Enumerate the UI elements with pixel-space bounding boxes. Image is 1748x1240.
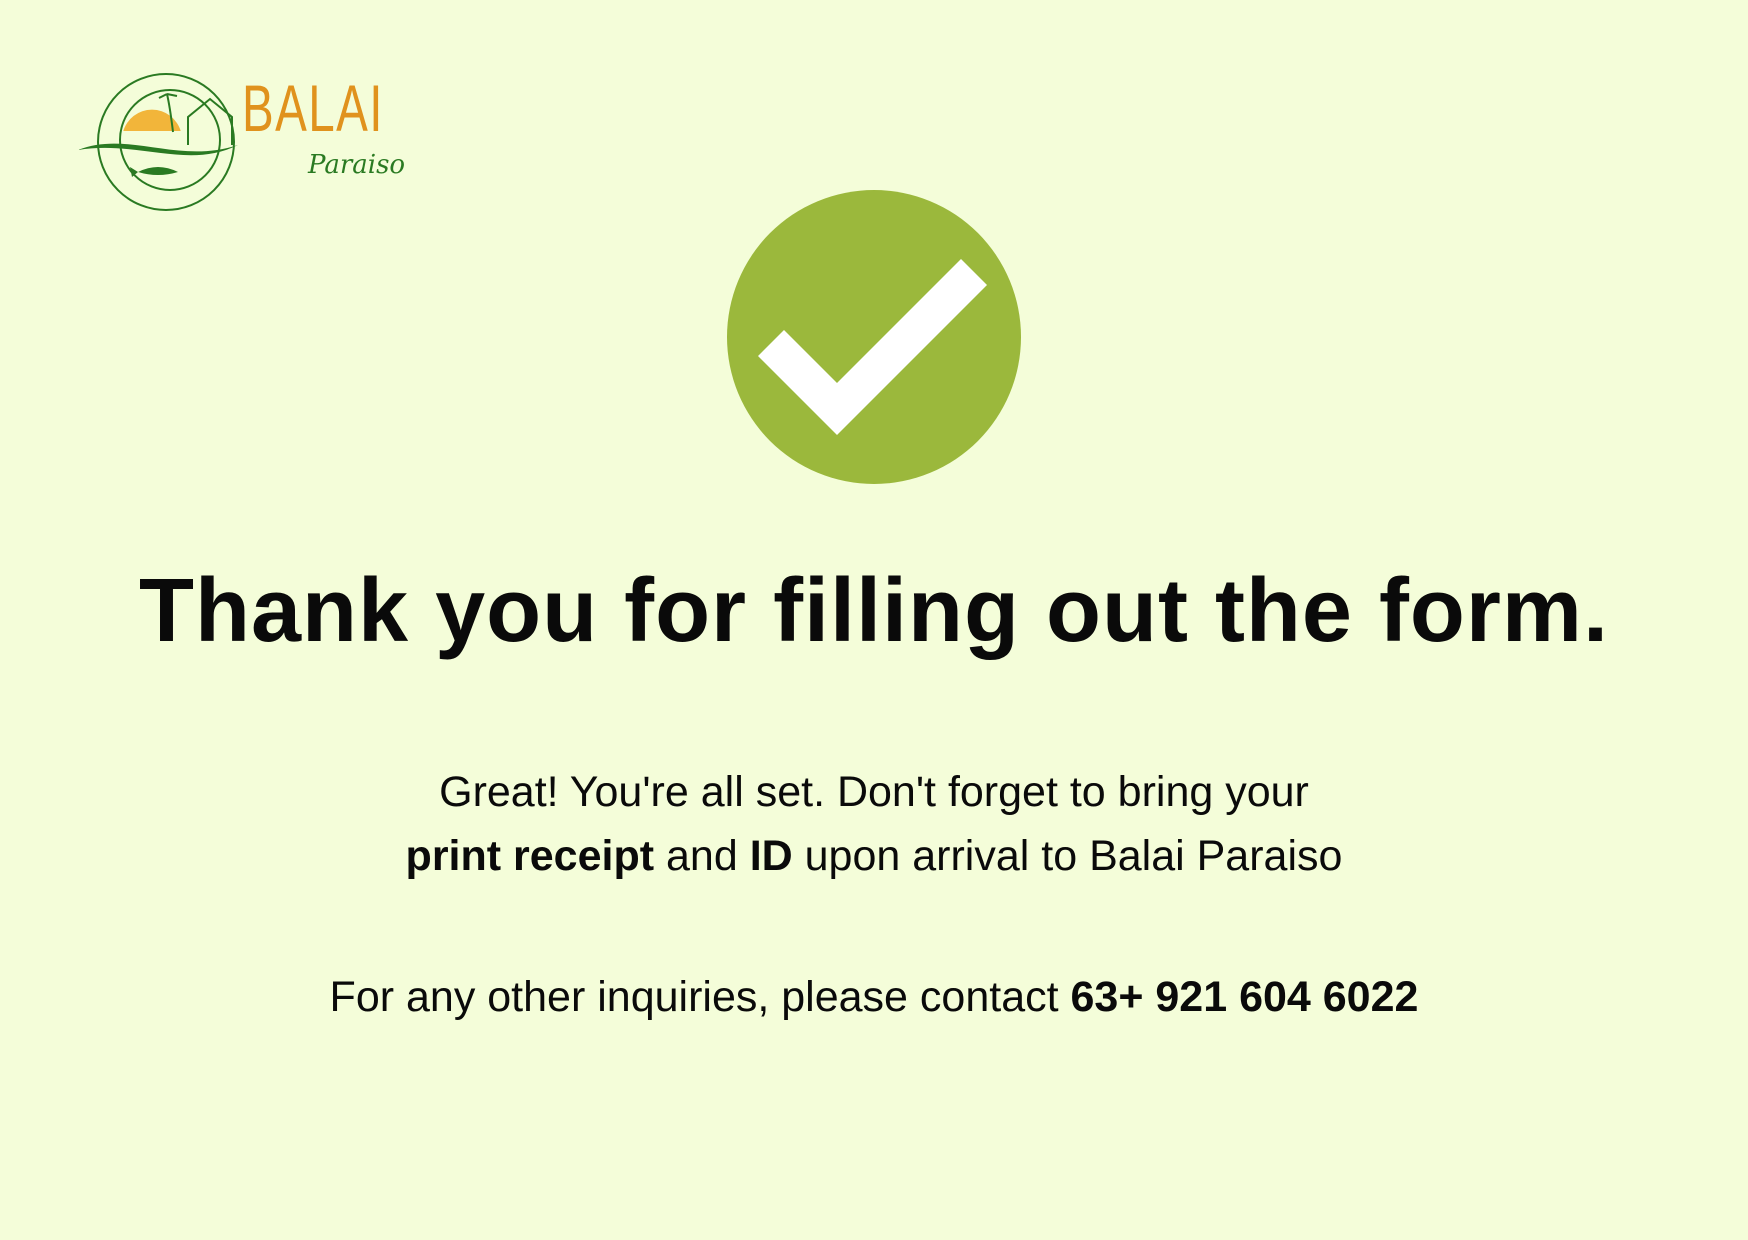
- message-line-2: print receipt and ID upon arrival to Bal…: [0, 824, 1748, 888]
- page-title: Thank you for filling out the form.: [139, 561, 1609, 661]
- message-line-1: Great! You're all set. Don't forget to b…: [439, 768, 1309, 816]
- contact-phone: 63+ 921 604 6022: [1070, 973, 1419, 1021]
- logo-subtitle: Paraiso: [308, 150, 406, 180]
- logo-wordmark: BALAI: [242, 71, 384, 145]
- id-emphasis: ID: [749, 832, 793, 880]
- balai-paraiso-logo: BALAI Paraiso: [78, 70, 408, 220]
- contact-label: For any other inquiries, please contact: [329, 973, 1071, 1021]
- print-receipt-emphasis: print receipt: [405, 832, 655, 880]
- message-rest: upon arrival to Balai Paraiso: [792, 832, 1343, 880]
- confirmation-message: Great! You're all set. Don't forget to b…: [0, 760, 1748, 888]
- message-and: and: [654, 832, 750, 880]
- contact-info: For any other inquiries, please contact …: [0, 973, 1748, 1022]
- check-circle-icon: [727, 190, 1021, 484]
